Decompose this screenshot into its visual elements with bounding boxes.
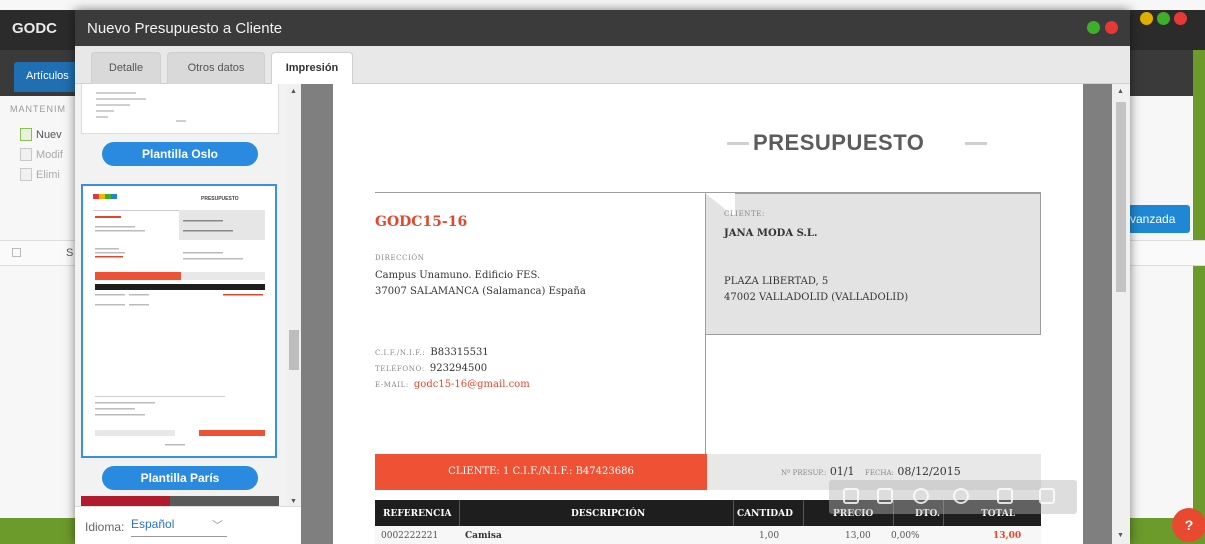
fecha-value: 08/12/2015 <box>897 465 961 478</box>
dialog-titlebar: Nuevo Presupuesto a Cliente <box>75 10 1130 46</box>
print-preview: PRESUPUESTO GODC15-16 DIRECCIÓN Campus U… <box>301 84 1130 544</box>
tab-impresion[interactable]: Impresión <box>271 52 353 85</box>
client-label: CLIENTE: <box>724 210 765 218</box>
presup-label: Nº PRESUP.: <box>781 469 827 477</box>
cell-descripcion: Camisa <box>465 531 502 541</box>
tab-otros-datos[interactable]: Otros datos <box>167 52 265 84</box>
header-cantidad: CANTIDAD <box>737 509 793 519</box>
preview-scrollbar[interactable]: ▲ ▼ <box>1112 84 1130 544</box>
company-code: GODC15-16 <box>375 214 468 230</box>
app-title: GODC <box>12 20 57 37</box>
zoom-in-icon[interactable] <box>913 488 929 504</box>
client-address1: PLAZA LIBERTAD, 5 <box>724 276 829 287</box>
header-descripcion: DESCRIPCIÓN <box>571 509 646 519</box>
new-action[interactable]: Nuev <box>20 128 62 141</box>
minimize-icon[interactable] <box>1140 12 1153 25</box>
cell-referencia: 0002222221 <box>381 531 439 541</box>
language-bar: Idioma: Español ﹀ <box>75 506 301 544</box>
modify-action[interactable]: Modif <box>20 148 63 161</box>
dialog-close-icon[interactable] <box>1105 21 1118 34</box>
modify-action-label: Modif <box>36 148 63 161</box>
template-scroll-thumb[interactable] <box>289 330 299 370</box>
template-thumb-title: PRESUPUESTO <box>201 196 239 202</box>
tab-detalle[interactable]: Detalle <box>91 52 161 84</box>
cell-cantidad: 1,00 <box>759 531 780 541</box>
print-icon[interactable] <box>1039 488 1055 504</box>
column-divider <box>705 335 706 459</box>
language-label: Idioma: <box>85 520 125 534</box>
preview-scroll-thumb[interactable] <box>1116 102 1126 292</box>
template-thumbnail-oslo[interactable] <box>81 84 279 134</box>
template-list: Plantilla Oslo PRESUPUESTO Plantilla Par… <box>75 84 287 544</box>
maximize-icon[interactable] <box>1157 12 1170 25</box>
tab-articulos[interactable]: Artículos <box>14 62 84 92</box>
dialog-maximize-icon[interactable] <box>1087 21 1100 34</box>
scroll-down-icon[interactable]: ▼ <box>290 498 297 505</box>
title-dash-right <box>965 142 987 145</box>
client-name: JANA MODA S.L. <box>724 228 818 239</box>
help-icon[interactable]: ? <box>1172 508 1205 542</box>
dialog-tabs: Detalle Otros datos Impresión <box>75 46 1130 85</box>
new-document-icon <box>20 128 32 141</box>
chevron-down-icon: ﹀ <box>212 520 223 532</box>
budget-dialog: Nuevo Presupuesto a Cliente Detalle Otro… <box>75 10 1130 544</box>
edit-document-icon <box>20 148 32 161</box>
document-title: PRESUPUESTO <box>753 130 925 155</box>
template-preview-graphic: PRESUPUESTO <box>93 194 265 446</box>
address-label: DIRECCIÓN <box>375 254 425 262</box>
select-all-checkbox[interactable] <box>12 248 21 257</box>
side-accent-strip <box>1193 50 1205 530</box>
email-label: E-MAIL: <box>375 381 409 389</box>
address-line1: Campus Unamuno. Edificio FES. <box>375 270 541 281</box>
header-referencia: REFERENCIA <box>383 509 452 519</box>
preview-toolbar <box>829 480 1077 514</box>
prev-page-icon[interactable] <box>877 488 893 504</box>
email-line: E-MAIL: godc15-16@gmail.com <box>375 372 530 391</box>
zoom-out-icon[interactable] <box>953 488 969 504</box>
cell-precio: 13,00 <box>845 531 871 541</box>
app-window-controls <box>1140 12 1187 25</box>
preview-scroll-down-icon[interactable]: ▼ <box>1117 532 1124 539</box>
template-paris-button[interactable]: Plantilla París <box>102 466 258 490</box>
client-address2: 47002 VALLADOLID (VALLADOLID) <box>724 292 909 303</box>
column-header: S <box>66 247 74 259</box>
dialog-body: Plantilla Oslo PRESUPUESTO Plantilla Par… <box>75 84 1130 544</box>
email-value: godc15-16@gmail.com <box>413 379 530 390</box>
client-box: CLIENTE: JANA MODA S.L. PLAZA LIBERTAD, … <box>705 193 1041 335</box>
first-page-icon[interactable] <box>843 488 859 504</box>
template-thumbnail-selected[interactable]: PRESUPUESTO <box>81 184 277 458</box>
advanced-search-button[interactable]: vanzada <box>1124 205 1190 233</box>
client-cif-bar: CLIENTE: 1 C.I.F./N.I.F.: B47423686 <box>375 454 707 490</box>
template-oslo-button[interactable]: Plantilla Oslo <box>102 142 258 166</box>
table-row: 0002222221 Camisa 1,00 13,00 0,00% 13,00 <box>375 526 1041 544</box>
delete-document-icon <box>20 168 32 181</box>
save-icon[interactable] <box>997 488 1013 504</box>
new-action-label: Nuev <box>36 128 62 141</box>
cell-dto: 0,00% <box>891 531 920 541</box>
section-label: MANTENIM <box>10 104 66 114</box>
delete-action-label: Elimi <box>36 168 60 181</box>
title-dash-left <box>727 142 749 145</box>
language-select[interactable]: Español ﹀ <box>131 515 227 537</box>
delete-action[interactable]: Elimi <box>20 168 60 181</box>
language-value: Español <box>131 517 175 531</box>
dialog-title: Nuevo Presupuesto a Cliente <box>87 20 283 37</box>
presup-value: 01/1 <box>829 465 855 478</box>
preview-page: PRESUPUESTO GODC15-16 DIRECCIÓN Campus U… <box>333 84 1083 544</box>
close-icon[interactable] <box>1174 12 1187 25</box>
scroll-up-icon[interactable]: ▲ <box>290 88 297 95</box>
preview-scroll-up-icon[interactable]: ▲ <box>1117 88 1124 95</box>
cell-total: 13,00 <box>993 531 1022 541</box>
address-line2: 37007 SALAMANCA (Salamanca) España <box>375 286 586 297</box>
template-list-scrollbar[interactable]: ▲ ▼ <box>287 84 301 514</box>
fecha-label: FECHA: <box>865 469 894 477</box>
